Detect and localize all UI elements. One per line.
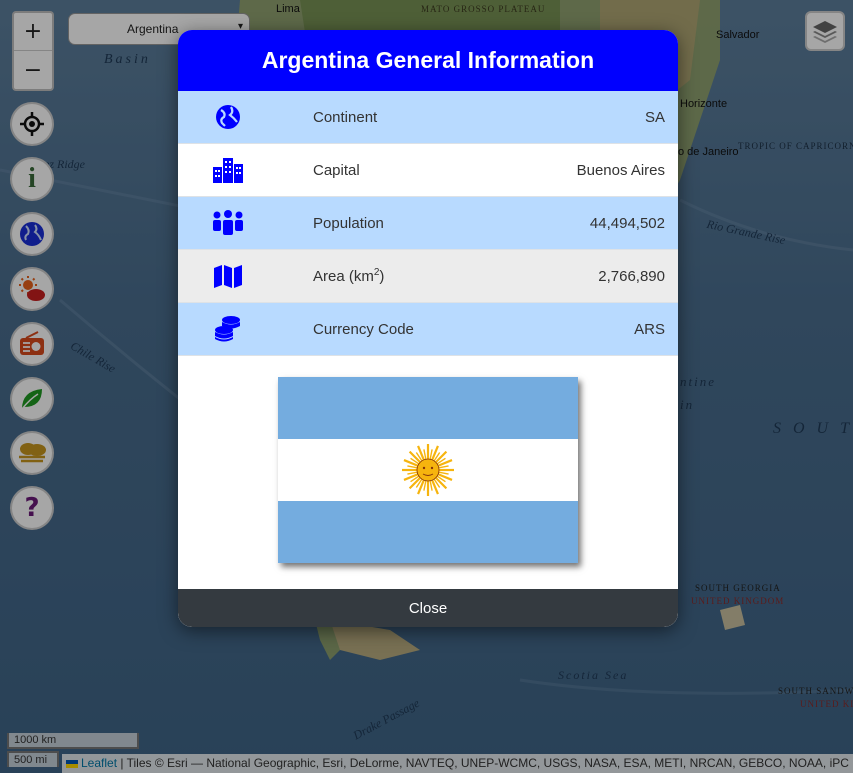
- sun-ray: [423, 449, 427, 460]
- sun-ray: [437, 473, 453, 481]
- info-table: Continent SA Capital Buenos Aires Popula…: [178, 91, 678, 356]
- sun-ray: [437, 459, 453, 467]
- globe-icon: [216, 105, 240, 129]
- info-row-area: Area (km2) 2,766,890: [178, 250, 678, 303]
- sun-ray: [431, 479, 439, 495]
- info-value: 44,494,502: [589, 214, 665, 232]
- info-label: Area (km2): [313, 267, 385, 285]
- city-icon: [213, 158, 243, 183]
- sun-ray: [403, 459, 419, 467]
- info-value: Buenos Aires: [576, 161, 665, 179]
- info-label: Population: [313, 214, 384, 232]
- info-value: 2,766,890: [598, 267, 665, 285]
- modal-title: Argentina General Information: [261, 47, 595, 73]
- close-button[interactable]: Close: [178, 589, 678, 627]
- sun-ray: [431, 445, 439, 461]
- sun-ray: [417, 445, 425, 461]
- info-row-continent: Continent SA: [178, 91, 678, 144]
- info-row-capital: Capital Buenos Aires: [178, 144, 678, 197]
- sun-ray: [438, 471, 449, 475]
- sun-ray: [423, 480, 427, 491]
- country-info-modal: Argentina General Information Continent …: [178, 30, 678, 627]
- info-label: Capital: [313, 161, 360, 179]
- info-row-currency: Currency Code ARS: [178, 303, 678, 356]
- sun-ray: [417, 479, 425, 495]
- sun-ray: [407, 465, 418, 469]
- info-label: Currency Code: [313, 320, 414, 338]
- map-icon: [214, 265, 242, 288]
- info-row-population: Population 44,494,502: [178, 197, 678, 250]
- sun-ray: [438, 465, 449, 469]
- sun-ray: [429, 480, 433, 491]
- info-value: ARS: [634, 320, 665, 338]
- sun-ray: [403, 473, 419, 481]
- info-label: Continent: [313, 108, 378, 126]
- sun-ray: [429, 449, 433, 460]
- modal-header: Argentina General Information: [178, 30, 678, 91]
- sun-of-may-icon: [402, 444, 454, 496]
- coins-icon: [215, 316, 240, 342]
- info-value: SA: [644, 108, 665, 126]
- country-flag-image: [278, 377, 578, 563]
- sun-ray: [407, 471, 418, 475]
- people-icon: [213, 210, 243, 235]
